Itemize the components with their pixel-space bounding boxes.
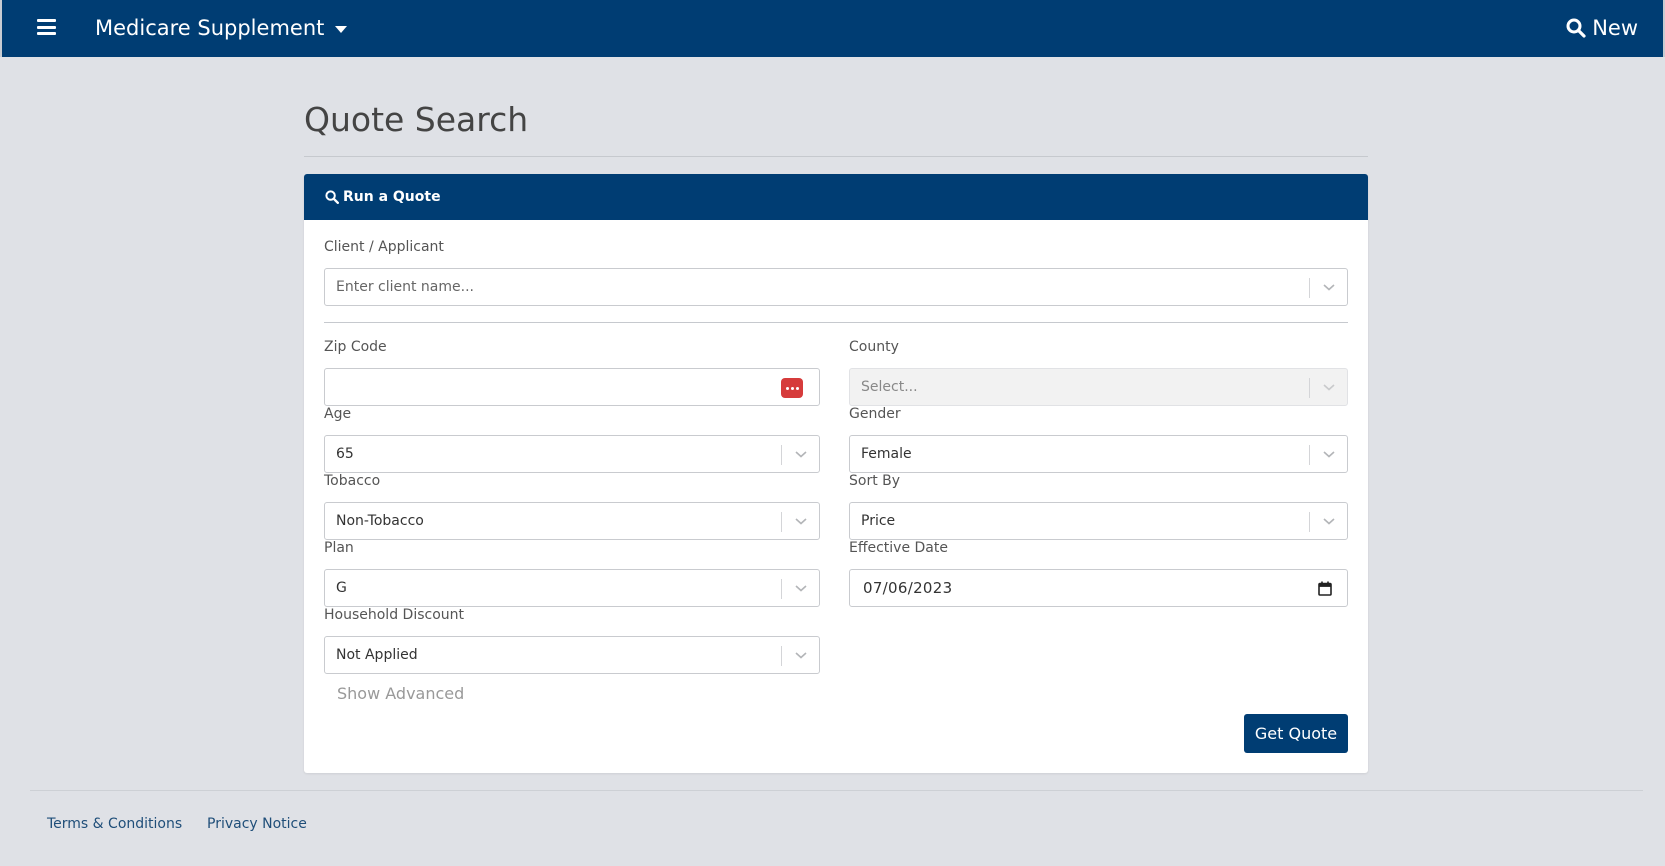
zip-label: Zip Code <box>324 339 387 355</box>
search-icon <box>325 190 339 204</box>
effective-date-label: Effective Date <box>849 540 948 556</box>
new-search-button[interactable]: New <box>1566 13 1638 43</box>
select-separator <box>781 579 782 599</box>
age-select[interactable]: 65 <box>324 435 820 473</box>
page-title: Quote Search <box>304 100 529 139</box>
title-divider <box>304 156 1368 157</box>
hamburger-menu-icon[interactable] <box>37 19 56 35</box>
card-title: Run a Quote <box>343 189 441 205</box>
select-separator <box>781 445 782 465</box>
footer-divider <box>30 790 1643 791</box>
card-header: Run a Quote <box>304 174 1368 220</box>
effective-date-input[interactable]: 07/06/2023 <box>849 569 1348 607</box>
chevron-down-icon <box>1323 384 1335 391</box>
chevron-down-icon <box>1323 451 1335 458</box>
select-separator <box>1309 512 1310 532</box>
household-discount-select[interactable]: Not Applied <box>324 636 820 674</box>
sort-by-value: Price <box>861 513 896 529</box>
chevron-down-icon <box>795 652 807 659</box>
county-select: Select... <box>849 368 1348 406</box>
age-value: 65 <box>336 446 354 462</box>
select-separator <box>1309 445 1310 465</box>
terms-conditions-link[interactable]: Terms & Conditions <box>47 816 182 832</box>
run-quote-card: Run a Quote Client / Applicant Enter cli… <box>304 174 1368 773</box>
sort-by-select[interactable]: Price <box>849 502 1348 540</box>
zip-code-input[interactable] <box>324 368 820 406</box>
household-discount-label: Household Discount <box>324 607 464 623</box>
select-separator <box>1309 378 1310 398</box>
get-quote-button[interactable]: Get Quote <box>1244 714 1348 753</box>
client-select[interactable]: Enter client name... <box>324 268 1348 306</box>
chevron-down-icon <box>1323 284 1335 291</box>
caret-down-icon <box>335 25 348 33</box>
show-advanced-link[interactable]: Show Advanced <box>337 684 464 703</box>
plan-value: G <box>336 580 347 596</box>
gender-value: Female <box>861 446 912 462</box>
chevron-down-icon <box>795 518 807 525</box>
form-divider <box>324 322 1348 323</box>
client-placeholder: Enter client name... <box>336 279 474 295</box>
tobacco-select[interactable]: Non-Tobacco <box>324 502 820 540</box>
select-separator <box>1309 278 1310 298</box>
effective-date-value: 07/06/2023 <box>863 579 953 597</box>
gender-select[interactable]: Female <box>849 435 1348 473</box>
tobacco-label: Tobacco <box>324 473 381 489</box>
chevron-down-icon <box>1323 518 1335 525</box>
privacy-notice-link[interactable]: Privacy Notice <box>207 816 307 832</box>
plan-label: Plan <box>324 540 354 556</box>
age-label: Age <box>324 406 352 422</box>
tobacco-value: Non-Tobacco <box>336 513 424 529</box>
password-manager-icon[interactable] <box>781 378 803 398</box>
calendar-icon[interactable] <box>1318 581 1332 596</box>
household-discount-value: Not Applied <box>336 647 418 663</box>
select-separator <box>781 646 782 666</box>
chevron-down-icon <box>795 585 807 592</box>
plan-select[interactable]: G <box>324 569 820 607</box>
sort-by-label: Sort By <box>849 473 901 489</box>
product-label: Medicare Supplement <box>95 16 325 40</box>
new-label: New <box>1592 16 1638 40</box>
county-placeholder: Select... <box>861 379 918 395</box>
search-icon <box>1566 18 1586 38</box>
product-dropdown[interactable]: Medicare Supplement <box>95 14 348 42</box>
client-label: Client / Applicant <box>324 239 444 255</box>
gender-label: Gender <box>849 406 901 422</box>
top-navbar: Medicare Supplement New <box>0 0 1665 57</box>
chevron-down-icon <box>795 451 807 458</box>
select-separator <box>781 512 782 532</box>
county-label: County <box>849 339 899 355</box>
